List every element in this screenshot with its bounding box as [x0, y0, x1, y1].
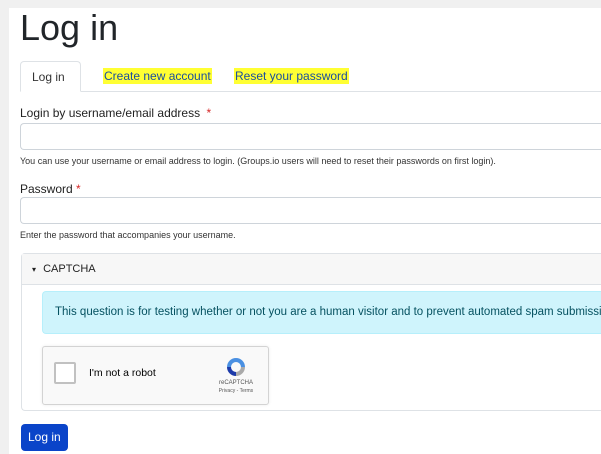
recaptcha-checkbox[interactable] — [54, 362, 76, 384]
captcha-fieldset: ▾ CAPTCHA This question is for testing w… — [21, 253, 601, 411]
recaptcha-logo-icon — [227, 358, 245, 376]
username-label-text: Login by username/email address — [20, 106, 201, 120]
tab-create-new-account-label[interactable]: Create new account — [103, 68, 212, 84]
captcha-toggle[interactable]: ▾ CAPTCHA — [22, 254, 601, 285]
recaptcha-links: Privacy - Terms — [203, 388, 269, 394]
password-required-marker: * — [76, 182, 81, 196]
recaptcha-terms-link[interactable]: Terms — [240, 388, 254, 394]
recaptcha-privacy-link[interactable]: Privacy — [219, 388, 235, 394]
recaptcha-checkbox-label: I'm not a robot — [89, 367, 156, 379]
username-label: Login by username/email address * — [20, 106, 211, 120]
captcha-description: This question is for testing whether or … — [42, 291, 601, 334]
username-help: You can use your username or email addre… — [20, 156, 496, 166]
recaptcha-brand: reCAPTCHA — [218, 380, 253, 386]
username-required-marker: * — [206, 106, 212, 120]
tab-create-new-account[interactable]: Create new account — [92, 61, 223, 91]
log-in-button[interactable]: Log in — [21, 424, 68, 451]
tab-log-in[interactable]: Log in — [20, 61, 81, 92]
username-input[interactable] — [20, 123, 601, 150]
captcha-title: CAPTCHA — [43, 263, 96, 275]
tab-reset-your-password[interactable]: Reset your password — [223, 61, 360, 91]
tab-log-in-label: Log in — [32, 70, 65, 84]
tabs-bar: Log in Create new account Reset your pas… — [20, 61, 601, 92]
password-input[interactable] — [20, 197, 601, 224]
page: Log in Log in Create new account Reset y… — [9, 8, 601, 454]
password-help: Enter the password that accompanies your… — [20, 230, 236, 240]
recaptcha-widget: I'm not a robot reCAPTCHA Privacy - Term… — [42, 346, 269, 405]
password-label: Password * — [20, 182, 81, 196]
password-label-text: Password — [20, 182, 73, 196]
triangle-down-icon: ▾ — [32, 265, 37, 274]
page-title: Log in — [20, 7, 119, 48]
tab-reset-your-password-label[interactable]: Reset your password — [234, 68, 349, 84]
